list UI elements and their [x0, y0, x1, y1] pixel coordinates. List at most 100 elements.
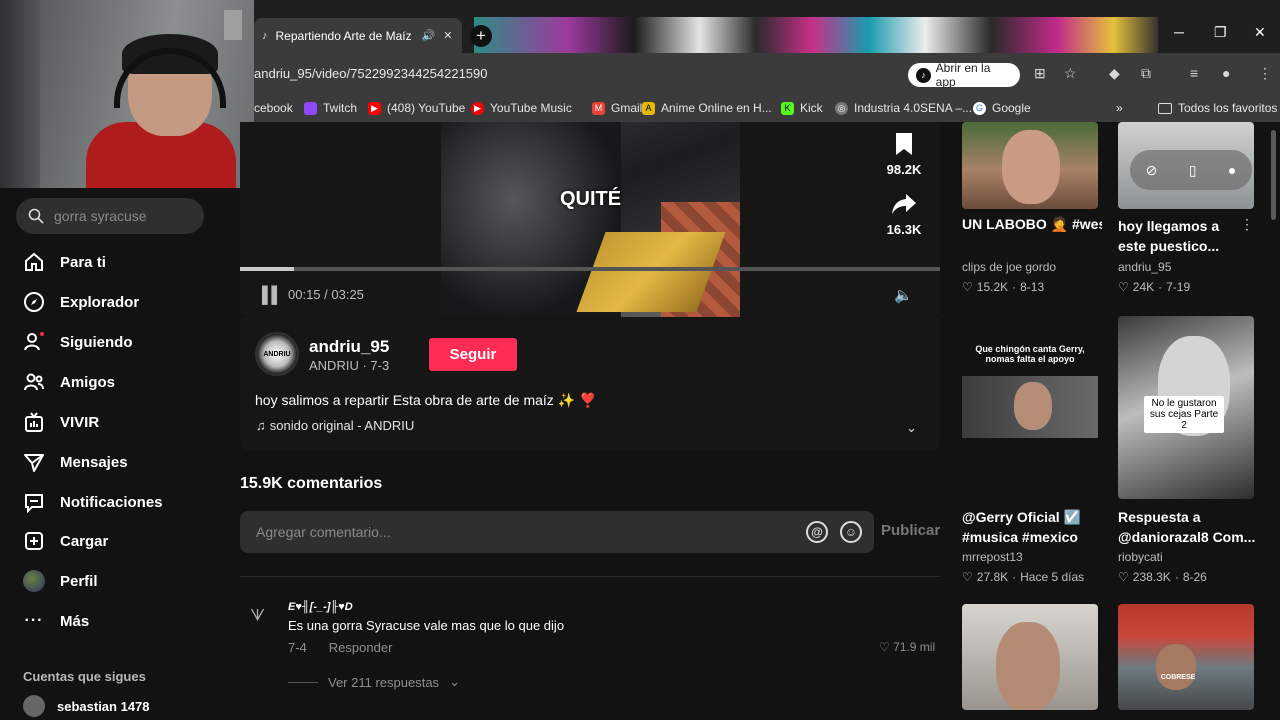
sidebar-item-para-ti[interactable]: Para ti [22, 251, 106, 273]
chevron-down-icon[interactable]: ⌄ [906, 420, 917, 436]
media-queue-icon[interactable]: ≡ [1190, 65, 1198, 81]
comment-input[interactable]: Agregar comentario... @ ☺ [240, 511, 874, 553]
main-content: QUITÉ ▌▌ 00:15 / 03:25 🔈 98.2K 16.3K AND… [240, 122, 942, 720]
sidebar-item-siguiendo[interactable]: Siguiendo [22, 331, 133, 353]
profile-icon [22, 570, 46, 592]
all-bookmarks[interactable]: Todos los favoritos [1158, 101, 1277, 115]
url-field[interactable]: andriu_95/video/7522992344254221590 [254, 66, 488, 81]
related-meta: mrrepost13 ♡ 27.8K · Hace 5 días [962, 550, 1110, 584]
mention-icon[interactable]: @ [806, 521, 828, 543]
replies-line [288, 681, 318, 683]
following-account-item[interactable]: sebastian 1478 [23, 695, 150, 717]
close-window-icon[interactable]: ✕ [1254, 24, 1266, 41]
bookmark-google[interactable]: G Google [973, 101, 1031, 115]
related-item[interactable]: UN LABOBO 🤦 #westcol #elchant... [962, 216, 1110, 233]
restore-icon[interactable]: ❐ [1214, 24, 1227, 41]
sound-link[interactable]: ♫ sonido original - ANDRIU [256, 418, 414, 433]
bookmark-gmail[interactable]: M Gmail [592, 101, 642, 115]
volume-icon[interactable]: 🔈 [894, 286, 913, 304]
sidebar: gorra syracuse Para ti Explorador Siguie… [0, 188, 240, 720]
close-tab-icon[interactable]: ✕ [443, 29, 452, 42]
related-thumbnail[interactable] [962, 122, 1098, 209]
video-frame[interactable]: QUITÉ [441, 122, 740, 317]
sidebar-item-cargar[interactable]: Cargar [22, 530, 108, 552]
extensions-puzzle-icon[interactable]: ⧉ [1141, 65, 1151, 82]
gmail-icon: M [592, 101, 605, 115]
related-thumbnail[interactable]: COBRESE [1118, 604, 1254, 710]
video-player[interactable]: QUITÉ ▌▌ 00:15 / 03:25 🔈 98.2K 16.3K [240, 122, 940, 317]
bookmark-youtube[interactable]: ▶ (408) YouTube [368, 101, 465, 115]
sidebar-item-mensajes[interactable]: Mensajes [22, 451, 128, 473]
scrollbar[interactable] [1271, 130, 1276, 220]
comments-count-title: 15.9K comentarios [240, 475, 383, 492]
share-button[interactable]: 16.3K [880, 192, 928, 237]
pause-icon[interactable]: ▌▌ [262, 287, 283, 305]
bookmark-anime[interactable]: A Anime Online en H... [642, 101, 772, 115]
bookmark-facebook[interactable]: cebook [254, 101, 293, 115]
bookmarks-overflow[interactable]: » [1116, 101, 1123, 115]
tab-strip: ♪ Repartiendo Arte de Maíz e 🔊 ✕ + ─ ❐ ✕ [254, 0, 1280, 53]
bookmark-youtube-music[interactable]: ▶ YouTube Music [471, 101, 572, 115]
related-title: Respuesta a @daniorazal8 Com... [1118, 509, 1256, 545]
related-item[interactable]: @Gerry Oficial ☑️ #musica #mexico [962, 507, 1110, 547]
related-thumbnail[interactable]: ⊘ ▯ ● [1118, 122, 1254, 209]
sidebar-item-vivir[interactable]: VIVIR [22, 411, 99, 433]
related-thumbnail[interactable] [962, 604, 1098, 710]
comment-username[interactable]: E♥╢[-_-]╟♥D [288, 601, 353, 613]
comment-text: Es una gorra Syracuse vale mas que lo qu… [288, 618, 565, 633]
commenter-avatar[interactable]: ᗐ [250, 608, 265, 626]
anime-icon: A [642, 101, 655, 115]
avatar[interactable]: ● [1228, 162, 1236, 178]
bookmark-icon [880, 132, 928, 162]
webcam-door [0, 0, 40, 188]
related-thumbnail[interactable]: No le gustaron sus cejas Parte 2 [1118, 316, 1254, 499]
related-stats: ♡ 238.3K · 8-26 [1118, 570, 1207, 584]
sidebar-item-notificaciones[interactable]: Notificaciones [22, 491, 163, 513]
bookmark-twitch[interactable]: Twitch [304, 101, 357, 115]
bookmark-sena[interactable]: ◎ Industria 4.0SENA –... [835, 101, 972, 115]
tab-title: Repartiendo Arte de Maíz e [275, 28, 414, 43]
more-options-icon[interactable]: ⋮ [1240, 216, 1254, 233]
extension-shield-icon[interactable]: ◆ [1109, 65, 1120, 82]
save-button[interactable]: 98.2K [880, 132, 928, 177]
translate-icon[interactable]: ⊞ [1034, 65, 1046, 82]
related-title: UN LABOBO 🤦 #westcol #elchant... [962, 216, 1102, 232]
emoji-icon[interactable]: ☺ [840, 521, 862, 543]
follow-button[interactable]: Seguir [429, 338, 517, 371]
new-tab-button[interactable]: + [470, 25, 492, 47]
divider [240, 576, 940, 577]
bookmark-kick[interactable]: K Kick [781, 101, 823, 115]
related-thumbnail[interactable]: Que chingón canta Gerry, nomas falta el … [962, 316, 1098, 499]
search-input[interactable]: gorra syracuse [16, 198, 204, 234]
reply-button[interactable]: Responder [329, 640, 393, 655]
messages-icon [22, 451, 46, 473]
bookmark-star-icon[interactable]: ☆ [1064, 65, 1077, 82]
open-in-app-button[interactable]: ♪ Abrir en la app [908, 61, 1020, 89]
related-author: mrrepost13 [962, 550, 1023, 564]
speaker-icon[interactable]: 🔊 [422, 29, 436, 42]
phone-icon[interactable]: ▯ [1189, 162, 1197, 179]
comment-placeholder: Agregar comentario... [256, 524, 391, 540]
related-item[interactable]: Respuesta a @daniorazal8 Com... [1118, 507, 1266, 547]
video-progress-bar[interactable] [240, 267, 940, 271]
sidebar-item-amigos[interactable]: Amigos [22, 371, 115, 393]
thumbnail-overlay-text: Que chingón canta Gerry, nomas falta el … [975, 344, 1085, 364]
sidebar-item-mas[interactable]: ··· Más [22, 610, 90, 632]
active-tab[interactable]: ♪ Repartiendo Arte de Maíz e 🔊 ✕ [254, 18, 462, 53]
author-avatar[interactable]: ANDRIU [255, 332, 299, 376]
player-controls-pill[interactable]: ⊘ ▯ ● [1130, 150, 1252, 190]
more-icon: ··· [24, 612, 44, 629]
thumbnail-overlay-text: No le gustaron sus cejas Parte 2 [1144, 396, 1224, 433]
profile-avatar-icon[interactable]: ● [1222, 65, 1230, 81]
minimize-icon[interactable]: ─ [1174, 24, 1184, 40]
author-name[interactable]: andriu_95 [309, 337, 389, 357]
sidebar-item-perfil[interactable]: Perfil [22, 570, 98, 592]
sidebar-item-explorador[interactable]: Explorador [22, 291, 139, 313]
comment-like[interactable]: ♡ 71.9 mil [879, 640, 935, 654]
related-videos: UN LABOBO 🤦 #westcol #elchant... clips d… [942, 122, 1280, 720]
link-icon[interactable]: ⊘ [1146, 162, 1158, 179]
save-count: 98.2K [886, 162, 922, 177]
publish-button[interactable]: Publicar [881, 522, 940, 539]
view-replies-button[interactable]: Ver 211 respuestas ⌄ [288, 674, 460, 690]
menu-kebab-icon[interactable]: ⋮ [1258, 65, 1272, 82]
